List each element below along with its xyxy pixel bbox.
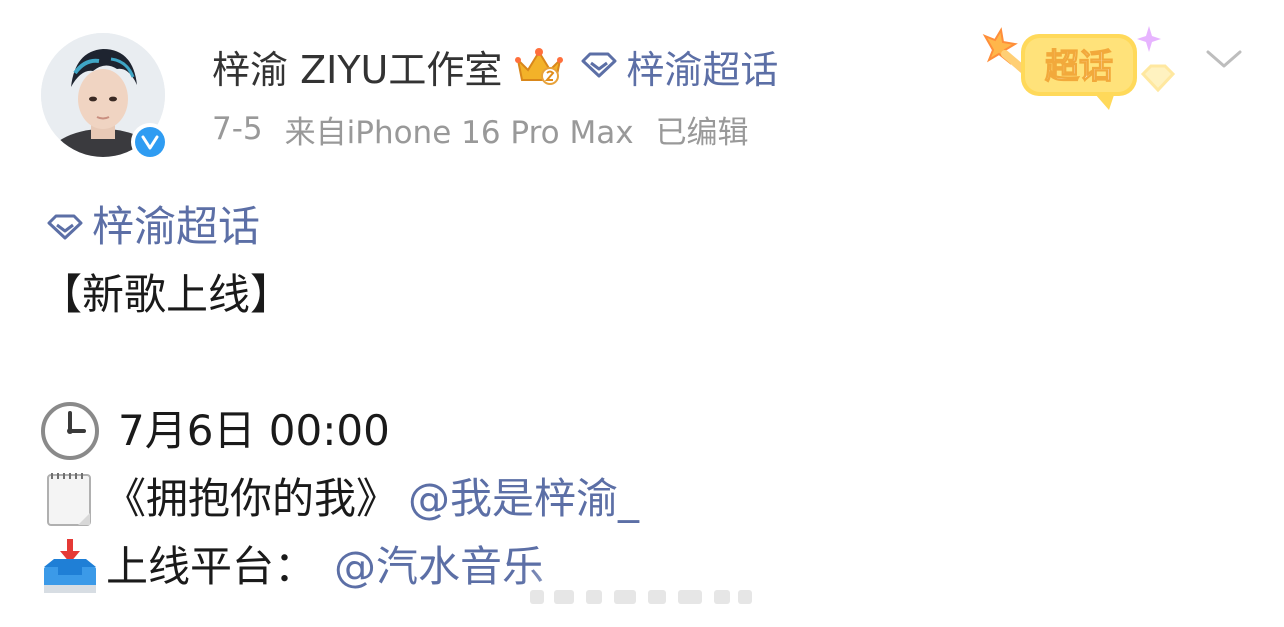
post-source[interactable]: 来自iPhone 16 Pro Max [285,107,634,152]
post-content: 梓渝超话 【新歌上线】 7月6日 00:00 《拥抱你的我》 @我是梓渝_ 上线… [40,193,1240,601]
post-title: 【新歌上线】 [40,270,293,319]
avatar[interactable] [41,33,169,161]
content-topic-label: 梓渝超话 [92,202,261,251]
chaohua-sticker[interactable]: 超话 [975,14,1180,118]
content-blank-line [40,329,1240,397]
weibo-post: 梓渝 ZIYU工作室 梓渝超话 7-5 来自iPhone 16 Pro Max … [0,0,1284,627]
platform-mention[interactable]: @汽水音乐 [334,533,544,601]
content-title: 【新歌上线】 [40,261,1240,329]
truncation-blur [530,590,752,604]
song-artist-mention[interactable]: @我是梓渝_ [408,465,639,533]
content-song-line: 《拥抱你的我》 @我是梓渝_ [40,465,1240,533]
crown-badge-icon[interactable] [512,44,566,88]
release-time: 7月6日 00:00 [118,406,390,455]
diamond-topic-icon [580,44,618,88]
clock-emoji [40,401,100,461]
sticker-label: 超话 [1045,47,1113,87]
diamond-topic-icon [46,193,84,261]
username[interactable]: 梓渝 ZIYU工作室 [212,39,502,94]
platform-label: 上线平台： [106,542,317,591]
content-time-line: 7月6日 00:00 [40,397,1240,465]
header-topic-link[interactable]: 梓渝超话 [580,39,778,94]
song-name: 《拥抱你的我》 [104,474,399,523]
post-meta: 7-5 来自iPhone 16 Pro Max 已编辑 [212,106,771,152]
post-edited[interactable]: 已编辑 [656,107,749,152]
post-date: 7-5 [212,111,263,147]
content-topic-link[interactable]: 梓渝超话 [46,193,260,261]
content-topic-line: 梓渝超话 [40,193,1240,261]
inbox-tray-emoji [40,537,100,597]
verified-v-icon [131,123,169,161]
notepad-emoji [40,469,100,529]
chevron-down-icon[interactable] [1204,44,1244,74]
header-topic-label: 梓渝超话 [626,47,779,92]
header-name-row: 梓渝 ZIYU工作室 梓渝超话 [212,40,778,92]
